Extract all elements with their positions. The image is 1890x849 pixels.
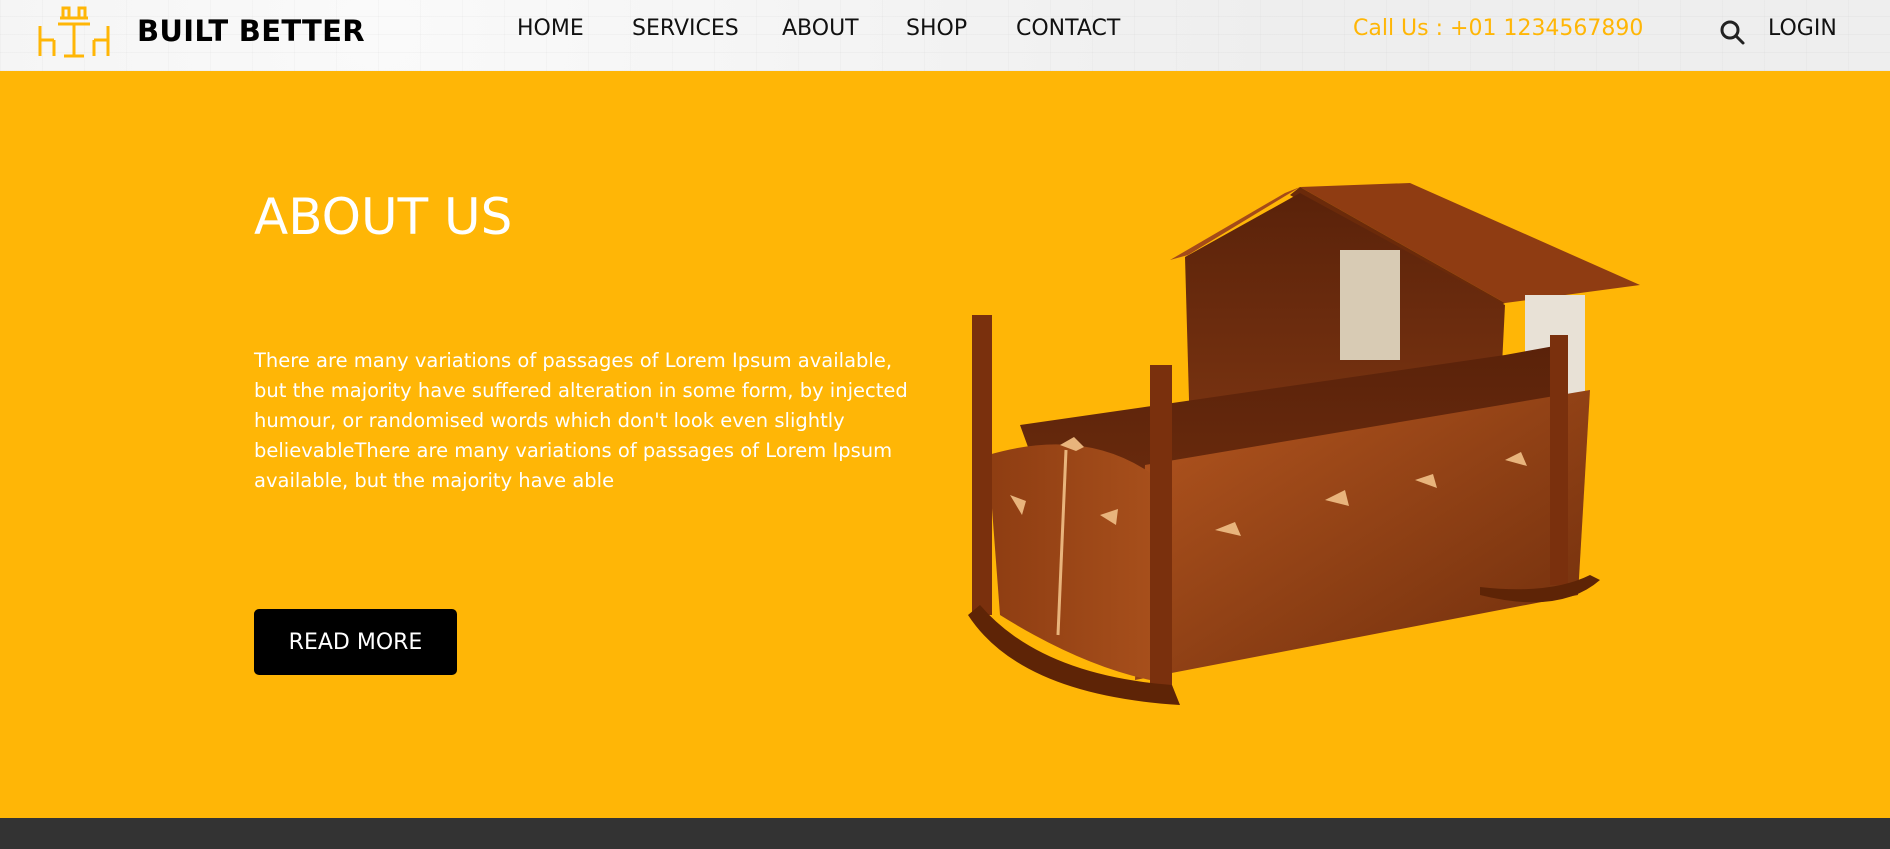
nav-home[interactable]: HOME — [517, 16, 584, 41]
nav-contact[interactable]: CONTACT — [1016, 16, 1120, 41]
wooden-cradle-image — [968, 183, 1640, 705]
nav-services[interactable]: SERVICES — [632, 16, 739, 41]
about-description: There are many variations of passages of… — [254, 349, 908, 492]
call-us-text: Call Us : +01 1234567890 — [1353, 16, 1644, 41]
nav-about[interactable]: ABOUT — [782, 16, 859, 41]
footer-bar — [0, 818, 1890, 849]
site-header: BUILT BETTER HOME SERVICES ABOUT SHOP CO… — [0, 0, 1890, 71]
about-title: ABOUT US — [254, 188, 513, 246]
nav-shop[interactable]: SHOP — [906, 16, 967, 41]
login-link[interactable]: LOGIN — [1768, 16, 1837, 41]
furniture-logo-icon[interactable] — [36, 4, 112, 58]
brand-name[interactable]: BUILT BETTER — [137, 14, 365, 48]
search-icon[interactable] — [1718, 18, 1746, 46]
read-more-button[interactable]: READ MORE — [254, 609, 457, 675]
